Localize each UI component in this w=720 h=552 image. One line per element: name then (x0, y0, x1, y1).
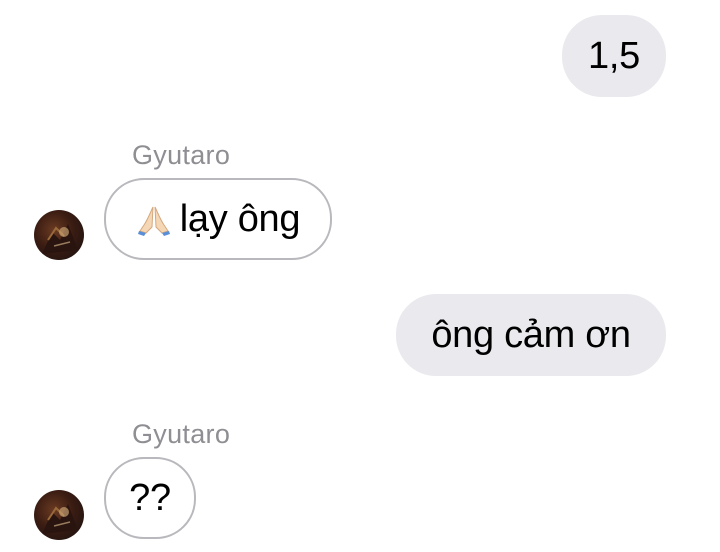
folded-hands-icon (136, 201, 172, 237)
sender-avatar[interactable] (34, 490, 84, 540)
outgoing-message-bubble[interactable]: ông cảm ơn (396, 294, 666, 376)
incoming-message-bubble[interactable]: ?? (104, 457, 196, 539)
incoming-message-bubble[interactable]: lạy ông (104, 178, 332, 260)
sender-avatar[interactable] (34, 210, 84, 260)
message-text: 1,5 (588, 34, 640, 77)
message-text: ?? (129, 476, 171, 519)
sender-name: Gyutaro (132, 140, 231, 170)
message-text: ông cảm ơn (431, 313, 631, 356)
message-text: lạy ông (179, 197, 301, 240)
sender-name: Gyutaro (132, 419, 231, 449)
outgoing-message-bubble[interactable]: 1,5 (562, 15, 666, 97)
